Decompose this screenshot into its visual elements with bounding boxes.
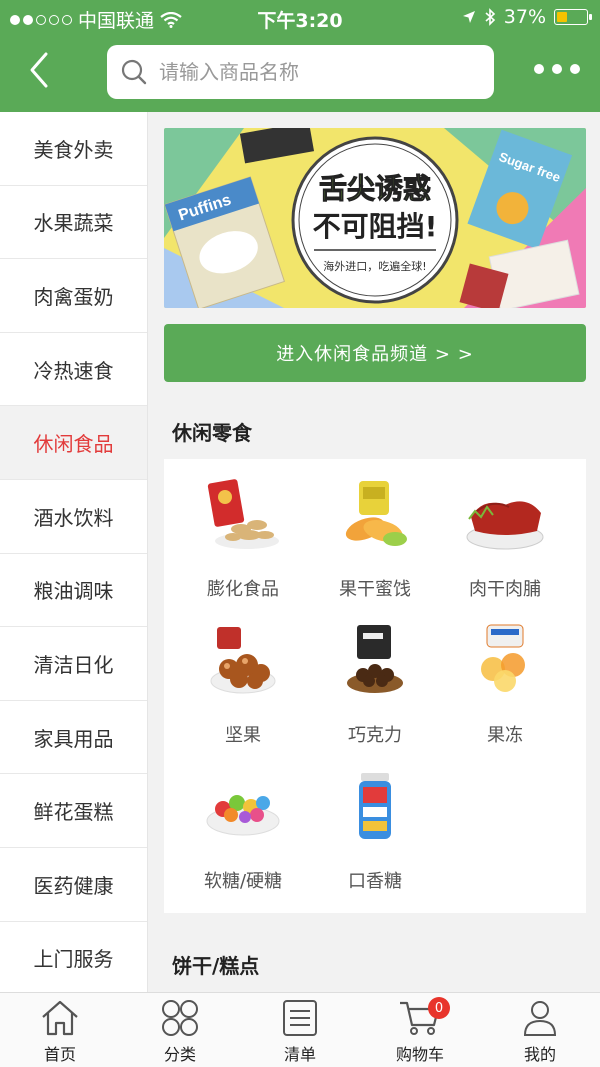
search-box[interactable]	[107, 45, 494, 99]
sidebar-item-label: 粮油调味	[33, 579, 114, 604]
banner-headline-1: 舌尖诱惑	[319, 172, 431, 205]
category-sidebar: 美食外卖 水果蔬菜 肉禽蛋奶 冷热速食 休闲食品 酒水饮料 粮油调味 清洁日化 …	[0, 112, 148, 992]
subcategory-item-dried-fruit[interactable]: 果干蜜饯	[310, 477, 440, 601]
sidebar-item-cleaning[interactable]: 清洁日化	[0, 627, 147, 701]
sidebar-item-snacks[interactable]: 休闲食品	[0, 406, 147, 480]
more-menu-icon[interactable]	[534, 64, 580, 76]
sidebar-item-label: 上门服务	[33, 947, 114, 972]
sidebar-item-medicine[interactable]: 医药健康	[0, 848, 147, 922]
tab-list[interactable]: 清单	[240, 993, 360, 1067]
sidebar-item-label: 冷热速食	[33, 358, 114, 383]
jelly-icon	[481, 624, 525, 692]
sidebar-item-flowers-cakes[interactable]: 鲜花蛋糕	[0, 774, 147, 848]
sidebar-item-food-delivery[interactable]: 美食外卖	[0, 112, 147, 186]
promo-banner[interactable]: Puffins Sugar free 舌尖诱惑 不可阻挡! 海外进口，吃遍全球!	[164, 128, 586, 308]
dried-fruit-icon	[345, 481, 407, 546]
subcategory-item-chocolate[interactable]: 巧克力	[310, 623, 440, 747]
banner-headline-2: 不可阻挡!	[313, 210, 438, 243]
subcategory-label: 肉干肉脯	[469, 579, 541, 600]
sidebar-item-fruits-vegetables[interactable]: 水果蔬菜	[0, 186, 147, 260]
sidebar-item-drinks[interactable]: 酒水饮料	[0, 480, 147, 554]
location-arrow-icon	[462, 11, 475, 23]
home-icon	[42, 1000, 78, 1036]
enter-snack-channel-button[interactable]: 进入休闲食品频道 > >	[164, 324, 586, 382]
cart-badge: 0	[428, 997, 450, 1019]
tab-cart[interactable]: 0 购物车	[360, 993, 480, 1067]
sidebar-item-home-service[interactable]: 上门服务	[0, 922, 147, 992]
tab-profile[interactable]: 我的	[480, 993, 600, 1067]
banner-image: Puffins Sugar free 舌尖诱惑 不可阻挡! 海外进口，吃遍全球!	[164, 128, 586, 308]
subcategory-label: 果干蜜饯	[339, 579, 411, 600]
list-icon	[283, 1000, 317, 1036]
subcategory-item-jerky[interactable]: 肉干肉脯	[440, 477, 570, 601]
back-arrow-icon[interactable]	[22, 50, 58, 90]
subcategory-label: 巧克力	[348, 725, 402, 746]
subcategory-item-gum[interactable]: 口香糖	[310, 769, 440, 893]
sidebar-item-household[interactable]: 家具用品	[0, 701, 147, 775]
subcategory-item-candy[interactable]: 软糖/硬糖	[178, 769, 308, 893]
section-title-biscuits: 饼干/糕点	[172, 954, 260, 978]
sidebar-item-quick-food[interactable]: 冷热速食	[0, 333, 147, 407]
puffed-snack-icon	[207, 479, 279, 549]
sidebar-item-label: 酒水饮料	[33, 505, 114, 530]
chewing-gum-icon	[359, 773, 391, 839]
tab-label: 清单	[283, 1045, 316, 1064]
sidebar-item-meat-eggs-dairy[interactable]: 肉禽蛋奶	[0, 259, 147, 333]
subcategory-label: 膨化食品	[207, 579, 279, 600]
tab-home[interactable]: 首页	[0, 993, 120, 1067]
sidebar-item-label: 美食外卖	[33, 137, 114, 162]
subcategory-label: 果冻	[487, 725, 523, 746]
sidebar-item-label: 医药健康	[33, 873, 114, 898]
subcategory-label: 口香糖	[348, 871, 402, 892]
sidebar-item-label: 清洁日化	[33, 652, 114, 677]
tab-label: 购物车	[395, 1045, 444, 1064]
status-right: 37%	[462, 6, 592, 28]
sidebar-item-label: 肉禽蛋奶	[33, 284, 114, 309]
nuts-icon	[210, 627, 276, 694]
battery-icon	[554, 9, 592, 25]
chocolate-icon	[347, 625, 403, 693]
tab-label: 我的	[523, 1045, 556, 1064]
sidebar-item-label: 鲜花蛋糕	[33, 800, 114, 825]
app-header: 中国联通 下午3:20 37%	[0, 0, 600, 112]
subcategory-label: 坚果	[225, 725, 261, 746]
tab-label: 首页	[43, 1045, 76, 1064]
sidebar-item-grain-oil[interactable]: 粮油调味	[0, 554, 147, 628]
snack-subcategory-grid: 膨化食品 果干蜜饯 肉干肉脯 坚果 巧克力 果冻 软糖/硬糖 口香糖	[164, 459, 586, 913]
subcategory-label: 软糖/硬糖	[203, 871, 283, 892]
banner-subline: 海外进口，吃遍全球!	[323, 259, 426, 273]
category-icon	[162, 1000, 198, 1036]
candy-icon	[206, 795, 280, 836]
user-icon	[523, 1001, 557, 1036]
bottom-tab-bar: 首页 分类 清单 0 购物车 我的	[0, 992, 600, 1067]
jerky-icon	[466, 501, 544, 550]
search-icon	[121, 59, 147, 85]
sidebar-item-label: 休闲食品	[33, 432, 114, 457]
status-bar: 中国联通 下午3:20 37%	[0, 0, 600, 34]
subcategory-item-jelly[interactable]: 果冻	[440, 623, 570, 747]
category-content: Puffins Sugar free 舌尖诱惑 不可阻挡! 海外进口，吃遍全球!…	[148, 112, 600, 992]
battery-percent: 37%	[503, 6, 546, 28]
tab-category[interactable]: 分类	[120, 993, 240, 1067]
bluetooth-icon	[485, 8, 495, 26]
sidebar-item-label: 水果蔬菜	[33, 211, 114, 236]
tab-label: 分类	[163, 1045, 196, 1064]
subcategory-item-puffed[interactable]: 膨化食品	[178, 477, 308, 601]
subcategory-item-nuts[interactable]: 坚果	[178, 623, 308, 747]
section-title-snacks: 休闲零食	[172, 421, 252, 445]
sidebar-item-label: 家具用品	[33, 726, 114, 751]
search-input[interactable]	[159, 60, 459, 84]
